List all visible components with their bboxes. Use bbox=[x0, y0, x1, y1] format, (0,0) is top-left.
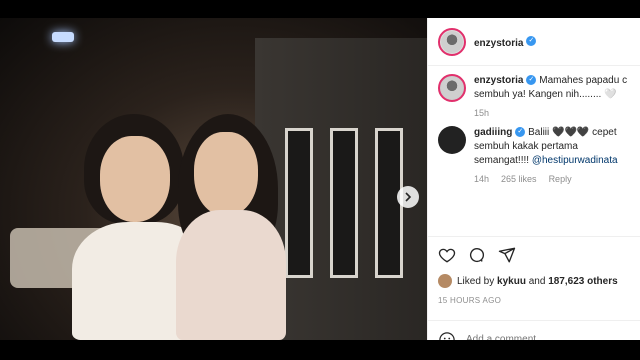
photo-window-2 bbox=[330, 128, 358, 278]
post-side-panel: enzystoria ✓ enzystoria ✓ Mamahes papadu c… bbox=[427, 18, 640, 348]
liker-avatar[interactable] bbox=[438, 274, 452, 288]
post-photo[interactable] bbox=[0, 18, 427, 340]
author-username[interactable]: enzystoria bbox=[474, 38, 523, 49]
reply-button[interactable]: Reply bbox=[549, 174, 572, 184]
verified-badge-icon: ✓ bbox=[526, 75, 537, 86]
bottom-letterbox bbox=[0, 340, 640, 360]
comment-mention-link[interactable]: @hestipurwadinata bbox=[532, 155, 618, 166]
photo-lamp bbox=[52, 32, 74, 42]
liked-by-count[interactable]: 187,623 others bbox=[548, 276, 618, 287]
commenter-username[interactable]: gadiiing bbox=[474, 127, 512, 138]
heart-icon[interactable] bbox=[438, 246, 456, 264]
post-header: enzystoria ✓ bbox=[428, 18, 640, 66]
liked-by-prefix: Liked by bbox=[457, 275, 498, 287]
comments-list[interactable]: enzystoria ✓ Mamahes papadu c sembuh ya! … bbox=[428, 66, 640, 236]
liked-by-user[interactable]: kykuu bbox=[497, 276, 526, 287]
author-avatar[interactable] bbox=[438, 27, 466, 56]
comment-time: 14h bbox=[474, 174, 490, 184]
caption-author[interactable]: enzystoria bbox=[474, 75, 523, 86]
likes-summary: Liked by kykuu and 187,623 others bbox=[438, 274, 618, 288]
top-letterbox bbox=[0, 0, 640, 18]
share-icon[interactable] bbox=[498, 246, 516, 264]
liked-by-and: and bbox=[525, 275, 549, 287]
instagram-post-window: enzystoria ✓ enzystoria ✓ Mamahes papadu c… bbox=[0, 0, 640, 360]
comment-item: gadiiing ✓ Baliii 🖤🖤🖤 cepet sembuh kakak … bbox=[438, 126, 631, 184]
verified-badge-icon: ✓ bbox=[526, 36, 537, 47]
post-timestamp[interactable]: 15 HOURS AGO bbox=[438, 296, 501, 305]
post-actions bbox=[428, 236, 640, 272]
caption-item: enzystoria ✓ Mamahes papadu c sembuh ya! … bbox=[438, 74, 631, 118]
chevron-right-icon bbox=[405, 192, 412, 202]
caption-author-avatar[interactable] bbox=[438, 74, 466, 102]
next-photo-button[interactable] bbox=[397, 186, 419, 208]
photo-person-right bbox=[172, 114, 312, 340]
caption-time: 15h bbox=[474, 108, 490, 118]
verified-badge-icon: ✓ bbox=[515, 127, 526, 138]
comment-icon[interactable] bbox=[468, 246, 486, 264]
commenter-avatar[interactable] bbox=[438, 126, 466, 154]
comment-likes[interactable]: 265 likes bbox=[501, 174, 537, 184]
